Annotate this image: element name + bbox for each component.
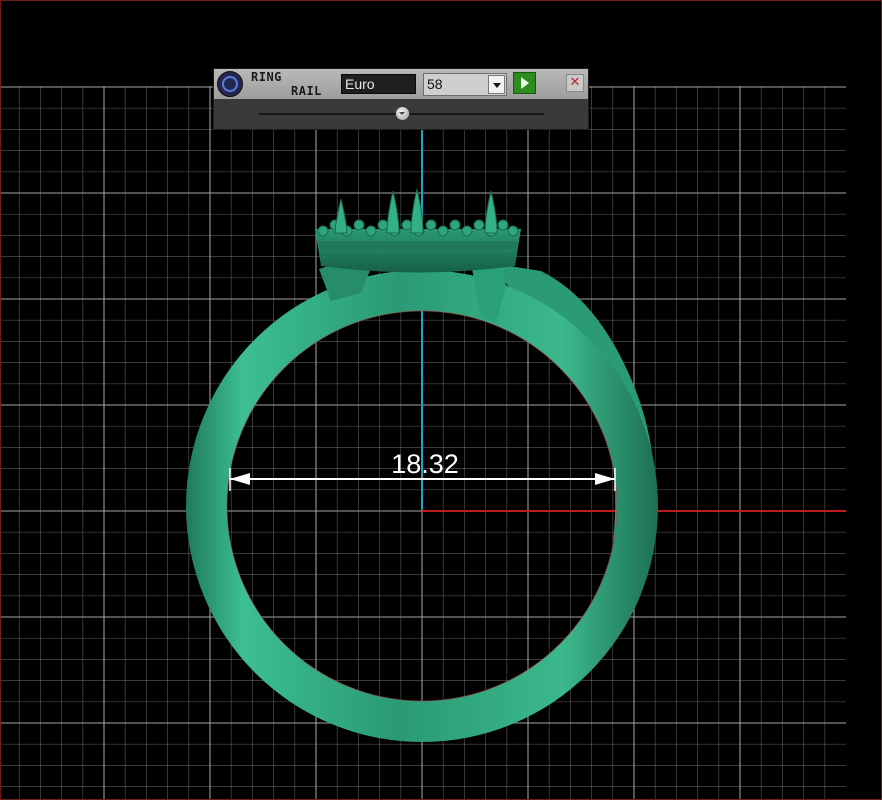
bead (377, 219, 389, 231)
prong (334, 198, 348, 234)
chevron-down-icon[interactable] (488, 75, 505, 94)
slider-thumb[interactable] (395, 106, 410, 121)
prong (484, 190, 498, 234)
ring-logo-icon (217, 71, 243, 97)
close-icon[interactable]: ✕ (566, 74, 584, 92)
bead (365, 225, 377, 237)
bead (449, 219, 461, 231)
dimension-arrow-right (595, 473, 615, 485)
bead (473, 219, 485, 231)
bead (497, 219, 509, 231)
ring-size-dropdown[interactable]: 58 (423, 73, 507, 96)
bead (353, 219, 365, 231)
play-icon[interactable] (513, 72, 536, 94)
bead (437, 225, 449, 237)
grid (1, 86, 846, 799)
ring-rail-toolbar[interactable]: RING RAIL Euro 58 ✕ (213, 68, 589, 130)
ring-size-value: 58 (427, 76, 443, 92)
toolbar-title-ring: RING (251, 70, 282, 84)
toolbar-title-rail: RAIL (291, 84, 322, 98)
bead (461, 225, 473, 237)
dimension-arrow-left (230, 473, 250, 485)
bead (425, 219, 437, 231)
3d-viewport[interactable]: 18.32 RING RAIL Euro 58 ✕ (0, 0, 882, 800)
ring-head-gallery (319, 241, 517, 249)
bead (401, 219, 413, 231)
dimension-label: 18.32 (391, 449, 459, 479)
bead (317, 225, 329, 237)
prong (386, 190, 400, 234)
bead (507, 225, 519, 237)
size-standard-field[interactable]: Euro (341, 74, 416, 94)
